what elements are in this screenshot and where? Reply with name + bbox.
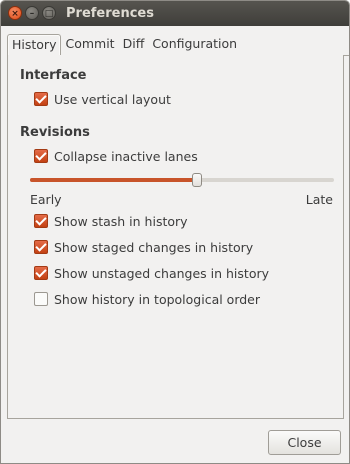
title-bar[interactable]: × – □ Preferences — [1, 1, 349, 26]
window-title: Preferences — [66, 6, 154, 21]
close-button[interactable]: Close — [268, 430, 341, 455]
show-unstaged-check-icon[interactable] — [34, 266, 48, 280]
collapse-inactive-lanes-label: Collapse inactive lanes — [54, 148, 198, 164]
tab-configuration[interactable]: Configuration — [148, 34, 242, 56]
slider-max-label: Late — [305, 192, 333, 207]
slider-fill — [30, 178, 197, 182]
interface-heading: Interface — [20, 68, 87, 83]
slider-min-label: Early — [30, 192, 62, 207]
maximize-window-icon[interactable]: □ — [42, 6, 56, 20]
tab-commit[interactable]: Commit — [61, 34, 119, 56]
tab-history[interactable]: History — [7, 34, 62, 56]
tab-bar: History Commit Diff Configuration — [7, 34, 349, 56]
show-staged-check-icon[interactable] — [34, 240, 48, 254]
preferences-window: × – □ Preferences History Commit Diff Co… — [0, 0, 350, 464]
slider-handle[interactable] — [192, 173, 202, 187]
collapse-inactive-lanes-check-icon[interactable] — [34, 149, 48, 163]
show-staged-checkbox[interactable]: Show staged changes in history — [34, 239, 253, 255]
show-staged-label: Show staged changes in history — [54, 239, 254, 255]
use-vertical-layout-check-icon[interactable] — [34, 92, 48, 106]
show-topological-label: Show history in topological order — [54, 291, 261, 307]
tab-bar-spacer — [241, 34, 349, 56]
tab-diff[interactable]: Diff — [118, 34, 149, 56]
show-stash-label: Show stash in history — [54, 213, 188, 229]
show-stash-check-icon[interactable] — [34, 214, 48, 228]
show-topological-check-icon[interactable] — [34, 292, 48, 306]
show-stash-checkbox[interactable]: Show stash in history — [34, 213, 188, 229]
show-unstaged-label: Show unstaged changes in history — [54, 265, 270, 281]
revisions-heading: Revisions — [20, 125, 90, 140]
close-window-icon[interactable]: × — [8, 6, 22, 20]
collapse-inactive-lanes-checkbox[interactable]: Collapse inactive lanes — [34, 148, 198, 164]
show-topological-checkbox[interactable]: Show history in topological order — [34, 291, 260, 307]
use-vertical-layout-label: Use vertical layout — [54, 91, 171, 107]
lane-collapse-slider[interactable] — [30, 173, 334, 187]
show-unstaged-checkbox[interactable]: Show unstaged changes in history — [34, 265, 269, 281]
minimize-window-icon[interactable]: – — [25, 6, 39, 20]
history-panel: Interface Use vertical layout Revisions … — [7, 55, 344, 419]
use-vertical-layout-checkbox[interactable]: Use vertical layout — [34, 91, 171, 107]
